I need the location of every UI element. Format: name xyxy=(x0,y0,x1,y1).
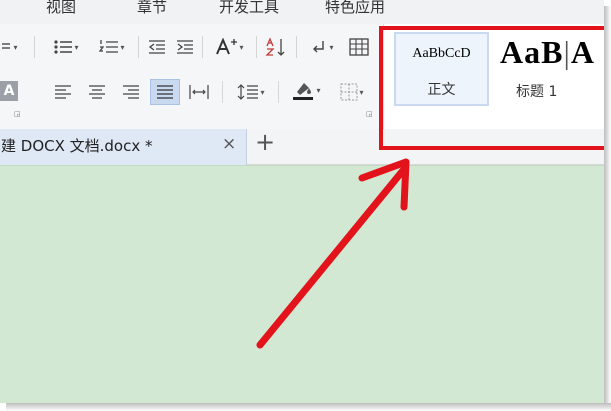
style-sample-next-partial: A xyxy=(570,34,595,70)
toolbar-separator xyxy=(278,81,279,103)
bullet-list-icon[interactable]: ▾ xyxy=(46,36,86,58)
dialog-launcher-icon[interactable]: ◲ xyxy=(14,110,21,118)
ribbon-toolbar: ▾ ▾ ▾ ▾ ▾ A ◲ ▾ ▾ ▾ ◲ AaBbCcD 正文 AaB|A 标… xyxy=(0,24,604,129)
distribute-icon[interactable] xyxy=(186,81,212,103)
table-icon[interactable] xyxy=(346,36,372,58)
menu-item-special-apps[interactable]: 特色应用 xyxy=(325,0,385,17)
change-case-icon[interactable]: ▾ xyxy=(208,36,250,58)
style-sample-main: AaB xyxy=(500,34,564,70)
app-window: 视图 章节 开发工具 特色应用 ▾ ▾ ▾ ▾ ▾ A ◲ ▾ ▾ ▾ ◲ Aa… xyxy=(0,0,604,403)
menu-bar: 视图 章节 开发工具 特色应用 xyxy=(0,0,604,24)
new-tab-button[interactable]: + xyxy=(255,130,275,154)
sort-icon[interactable] xyxy=(262,36,290,58)
menu-item-chapter[interactable]: 章节 xyxy=(137,0,167,17)
toolbar-separator xyxy=(138,36,139,58)
window-shadow xyxy=(6,403,611,411)
increase-indent-icon[interactable] xyxy=(174,36,196,58)
style-divider: | xyxy=(563,34,571,70)
style-normal[interactable]: AaBbCcD 正文 xyxy=(394,32,489,106)
style-sample-text: AaB|A xyxy=(494,34,604,71)
document-workspace[interactable] xyxy=(0,165,604,403)
borders-icon[interactable]: ▾ xyxy=(332,81,372,103)
toolbar-separator xyxy=(34,36,35,58)
font-tool-partial-icon[interactable]: ▾ xyxy=(0,36,18,58)
style-sample-text: AaBbCcD xyxy=(412,46,471,61)
numbered-list-icon[interactable]: ▾ xyxy=(92,36,132,58)
align-center-icon[interactable] xyxy=(84,81,110,103)
window-shadow xyxy=(604,6,611,411)
toolbar-separator xyxy=(222,81,223,103)
align-right-icon[interactable] xyxy=(118,81,144,103)
document-tab[interactable]: 建 DOCX 文档.docx * × xyxy=(0,129,247,165)
document-tab-title: 建 DOCX 文档.docx * xyxy=(1,137,153,155)
decrease-indent-icon[interactable] xyxy=(146,36,168,58)
close-icon[interactable]: × xyxy=(222,134,236,154)
menu-item-developer-tools[interactable]: 开发工具 xyxy=(219,0,279,17)
show-marks-icon[interactable]: ▾ xyxy=(302,36,342,58)
justify-icon[interactable] xyxy=(150,79,180,105)
toolbar-separator xyxy=(256,36,257,58)
toolbar-separator xyxy=(296,36,297,58)
line-spacing-icon[interactable]: ▾ xyxy=(230,81,272,103)
document-tab-bar: 建 DOCX 文档.docx * × + xyxy=(0,129,604,165)
style-name-label: 正文 xyxy=(427,82,456,98)
toolbar-separator xyxy=(202,36,203,58)
style-heading-1[interactable]: AaB|A 标题 1 xyxy=(494,32,604,106)
shading-icon[interactable]: ▾ xyxy=(284,79,328,101)
menu-item-view[interactable]: 视图 xyxy=(46,0,76,17)
dialog-launcher-icon[interactable]: ◲ xyxy=(366,110,373,118)
styles-gallery: AaBbCcD 正文 AaB|A 标题 1 xyxy=(383,24,604,129)
highlight-text-partial-button[interactable]: A xyxy=(0,81,18,101)
style-name-label: 标题 1 xyxy=(516,84,558,100)
align-left-icon[interactable] xyxy=(50,81,76,103)
